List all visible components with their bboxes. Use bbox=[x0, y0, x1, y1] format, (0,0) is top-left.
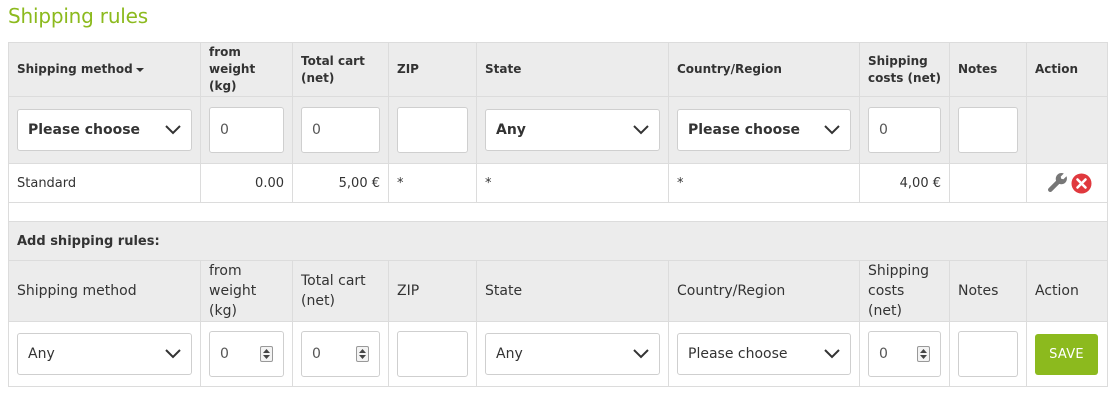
spacer-row bbox=[8, 202, 1108, 222]
select-value: Please choose bbox=[688, 346, 788, 362]
cell-from-weight: 0.00 bbox=[200, 163, 293, 203]
column-header-state: State bbox=[476, 42, 669, 97]
add-header-state: State bbox=[476, 260, 669, 322]
select-value: Please choose bbox=[688, 122, 801, 138]
select-value: Any bbox=[496, 122, 526, 138]
add-state-select[interactable]: Any bbox=[485, 333, 660, 375]
cell-shipping-costs: 4,00 € bbox=[859, 163, 950, 203]
select-value: Any bbox=[28, 346, 55, 362]
column-header-shipping-costs: Shipping costs (net) bbox=[859, 42, 950, 97]
chevron-down-icon bbox=[633, 349, 649, 359]
filter-country-select[interactable]: Please choose bbox=[677, 109, 851, 151]
add-header-notes: Notes bbox=[949, 260, 1027, 322]
save-button[interactable]: SAVE bbox=[1035, 333, 1098, 375]
add-header-from-weight: from weight (kg) bbox=[200, 260, 293, 322]
input-value: 0 bbox=[220, 346, 229, 362]
select-value: Any bbox=[496, 346, 523, 362]
input-value: 0 bbox=[220, 122, 229, 138]
shipping-rules-table: Shipping method from weight (kg) Total c… bbox=[8, 42, 1108, 387]
chevron-down-icon bbox=[824, 349, 840, 359]
chevron-down-icon bbox=[633, 125, 649, 135]
column-header-total-cart: Total cart (net) bbox=[292, 42, 389, 97]
cell-notes bbox=[949, 163, 1027, 203]
add-header-zip: ZIP bbox=[388, 260, 477, 322]
column-header-label: Shipping method bbox=[17, 62, 133, 76]
filter-zip-input[interactable] bbox=[397, 107, 468, 153]
cell-state: * bbox=[476, 163, 669, 203]
filter-cart-input[interactable]: 0 bbox=[301, 107, 380, 153]
delete-icon[interactable] bbox=[1071, 173, 1092, 194]
add-notes-input[interactable] bbox=[958, 331, 1018, 377]
add-header-action: Action bbox=[1026, 260, 1108, 322]
input-value: 0 bbox=[312, 346, 321, 362]
page-title: Shipping rules bbox=[8, 4, 148, 28]
chevron-down-icon bbox=[165, 125, 181, 135]
input-value: 0 bbox=[879, 122, 888, 138]
cell-zip: * bbox=[388, 163, 477, 203]
select-value: Please choose bbox=[28, 122, 141, 138]
table-row: Standard 0.00 5,00 € * * * 4,00 € bbox=[8, 163, 1108, 203]
column-header-zip: ZIP bbox=[388, 42, 477, 97]
add-weight-stepper[interactable]: 0 bbox=[209, 331, 284, 377]
chevron-down-icon bbox=[165, 349, 181, 359]
add-shipping-method-select[interactable]: Any bbox=[17, 333, 192, 375]
cell-shipping-method: Standard bbox=[8, 163, 201, 203]
add-header-total-cart: Total cart (net) bbox=[292, 260, 389, 322]
filter-state-select[interactable]: Any bbox=[485, 109, 660, 151]
spinner-icon[interactable] bbox=[356, 346, 369, 362]
add-header-row: Shipping method from weight (kg) Total c… bbox=[8, 260, 1108, 322]
wrench-icon[interactable] bbox=[1047, 172, 1069, 194]
filter-row: Please choose 0 0 Any Please choose 0 bbox=[8, 96, 1108, 164]
spinner-icon[interactable] bbox=[260, 346, 273, 362]
add-input-row: Any 0 0 Any Please choose 0 SAVE bbox=[8, 321, 1108, 387]
sort-desc-icon bbox=[135, 67, 144, 72]
table-header-row: Shipping method from weight (kg) Total c… bbox=[8, 42, 1108, 97]
filter-weight-input[interactable]: 0 bbox=[209, 107, 284, 153]
cell-country: * bbox=[668, 163, 860, 203]
add-shipping-rules-title: Add shipping rules: bbox=[8, 221, 1108, 261]
filter-shipping-method-select[interactable]: Please choose bbox=[17, 109, 192, 151]
input-value: 0 bbox=[312, 122, 321, 138]
spinner-icon[interactable] bbox=[917, 346, 930, 362]
column-header-action: Action bbox=[1026, 42, 1108, 97]
column-header-from-weight: from weight (kg) bbox=[200, 42, 293, 97]
cell-total-cart: 5,00 € bbox=[292, 163, 389, 203]
add-header-shipping-costs: Shipping costs (net) bbox=[859, 260, 950, 322]
input-value: 0 bbox=[879, 346, 888, 362]
column-header-notes: Notes bbox=[949, 42, 1027, 97]
column-header-shipping-method[interactable]: Shipping method bbox=[8, 42, 201, 97]
add-header-country: Country/Region bbox=[668, 260, 860, 322]
add-zip-input[interactable] bbox=[397, 331, 468, 377]
chevron-down-icon bbox=[824, 125, 840, 135]
add-cart-stepper[interactable]: 0 bbox=[301, 331, 380, 377]
cell-actions bbox=[1026, 163, 1108, 203]
filter-action-cell bbox=[1026, 96, 1108, 164]
add-header-shipping-method: Shipping method bbox=[8, 260, 201, 322]
column-header-country: Country/Region bbox=[668, 42, 860, 97]
add-costs-stepper[interactable]: 0 bbox=[868, 331, 941, 377]
filter-costs-input[interactable]: 0 bbox=[868, 107, 941, 153]
filter-notes-input[interactable] bbox=[958, 107, 1018, 153]
add-section-header: Add shipping rules: bbox=[8, 221, 1108, 261]
add-country-select[interactable]: Please choose bbox=[677, 333, 851, 375]
